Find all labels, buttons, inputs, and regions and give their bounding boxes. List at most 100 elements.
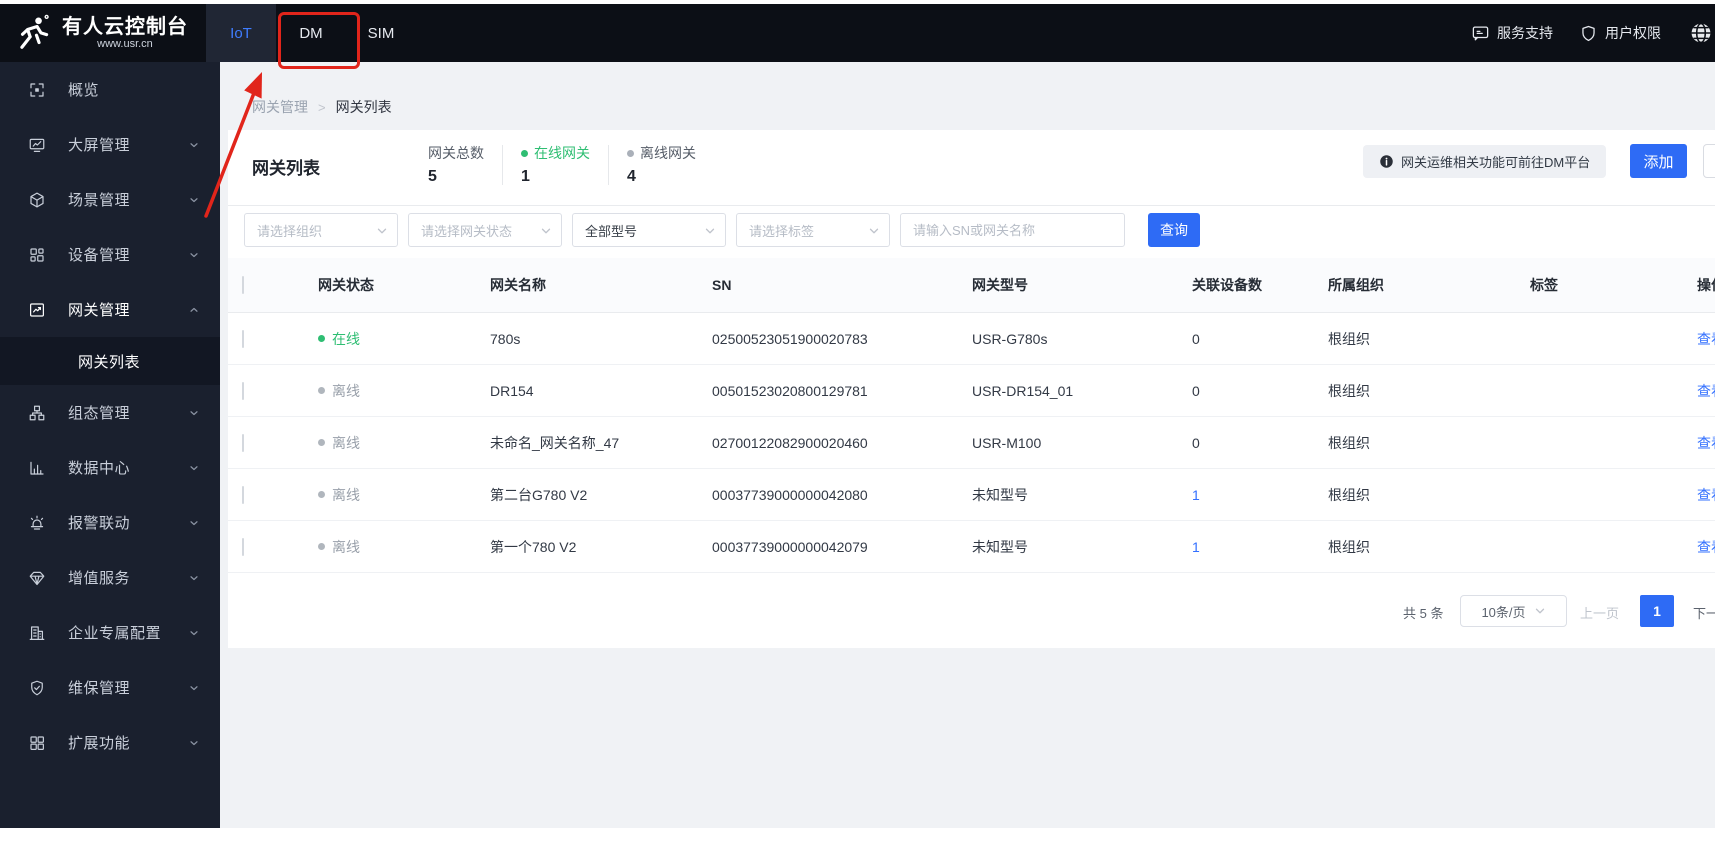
shield-icon (1579, 24, 1598, 43)
platform-tab-sim[interactable]: SIM (346, 4, 416, 62)
status-text: 离线 (332, 434, 360, 451)
chevron-down-icon (190, 197, 198, 202)
filter-select[interactable]: 全部型号 (572, 213, 726, 247)
vas-icon (28, 569, 46, 587)
view-link[interactable]: 查看 (1697, 485, 1715, 505)
page-title: 网关列表 (252, 159, 320, 178)
view-link[interactable]: 查看 (1697, 433, 1715, 453)
info-icon (1380, 155, 1393, 168)
filter-select[interactable]: 请选择组织 (244, 213, 398, 247)
page-size-select[interactable]: 10条/页 (1460, 595, 1567, 627)
chevron-down-icon (190, 142, 198, 147)
organization: 根组织 (1328, 382, 1370, 399)
view-link[interactable]: 查看 (1697, 381, 1715, 401)
globe-icon[interactable] (1689, 21, 1713, 45)
top-bar: 有人云控制台 www.usr.cn IoT DM SIM 服务支持 用户权限 (0, 4, 1715, 62)
col-header-status: 网关状态 (318, 277, 374, 293)
sidebar-item[interactable]: 企业专属配置 (0, 605, 220, 660)
gateway-table: 网关状态 网关名称 SN 网关型号 关联设备数 所属组织 标签 操作 在线 78… (228, 258, 1715, 573)
gateway-model: USR-G780s (972, 330, 1048, 347)
add-button[interactable]: 添加 (1630, 144, 1687, 178)
linked-devices-count[interactable]: 1 (1192, 487, 1328, 503)
sidebar-item[interactable]: 维保管理 (0, 660, 220, 715)
status-dot (627, 149, 634, 157)
status-text: 离线 (332, 382, 360, 399)
logo-title: 有人云控制台 (62, 15, 188, 38)
status-text: 离线 (332, 538, 360, 555)
gateway-name: 780s (490, 330, 521, 347)
view-link[interactable]: 查看 (1697, 329, 1715, 349)
platform-tab-iot[interactable]: IoT (206, 4, 276, 62)
filter-select[interactable]: 请选择标签 (736, 213, 890, 247)
organization: 根组织 (1328, 538, 1370, 555)
table-body: 在线 780s 02500523051900020783 USR-G780s 0… (228, 313, 1715, 573)
breadcrumb-parent[interactable]: 网关管理 (252, 97, 308, 117)
table-row: 离线 第二台G780 V2 00037739000000042080 未知型号 … (228, 469, 1715, 521)
status-dot (318, 335, 325, 342)
chevron-down-icon (190, 520, 198, 525)
chevron-down-icon (869, 228, 879, 234)
gateway-stats: 网关总数 5 在线网关 1 离线网关 4 (428, 143, 696, 186)
select-all-checkbox[interactable] (242, 276, 244, 294)
chat-icon (1471, 24, 1490, 43)
chevron-down-icon (190, 630, 198, 635)
chevron-down-icon (377, 228, 387, 234)
chevron-down-icon (190, 575, 198, 580)
clipped-edge-button[interactable] (1703, 144, 1715, 178)
sidebar-item[interactable]: 组态管理 (0, 385, 220, 440)
next-page-button[interactable]: 下一页 (1693, 603, 1715, 622)
status-dot (318, 387, 325, 394)
sidebar-item[interactable]: 网关管理 (0, 282, 220, 337)
sidebar-item[interactable]: 场景管理 (0, 172, 220, 227)
linked-devices-count[interactable]: 1 (1192, 539, 1328, 555)
sidebar-item[interactable]: 大屏管理 (0, 117, 220, 172)
enterprise-icon (28, 624, 46, 642)
topbar-link[interactable]: 服务支持 (1471, 23, 1553, 43)
platform-tab-dm[interactable]: DM (276, 4, 346, 62)
sidebar-item[interactable]: 报警联动 (0, 495, 220, 550)
search-input[interactable] (900, 213, 1125, 247)
sidebar-subitem[interactable]: 网关列表 (0, 337, 220, 385)
gateway-model: USR-M100 (972, 434, 1042, 451)
chevron-down-icon (190, 307, 198, 312)
stat-block: 在线网关 1 (521, 145, 590, 185)
status-dot (318, 439, 325, 446)
sidebar-item[interactable]: 概览 (0, 62, 220, 117)
extension-icon (28, 734, 46, 752)
bottom-strip (0, 828, 1715, 842)
gateway-model: 未知型号 (972, 486, 1028, 503)
usr-runner-logo-icon (20, 14, 49, 49)
row-checkbox[interactable] (242, 381, 244, 400)
filter-select[interactable]: 请选择网关状态 (408, 213, 562, 247)
row-checkbox[interactable] (242, 485, 244, 504)
sidebar-item[interactable]: 设备管理 (0, 227, 220, 282)
query-button[interactable]: 查询 (1148, 213, 1200, 247)
sidebar-item[interactable]: 扩展功能 (0, 715, 220, 770)
col-header-devices: 关联设备数 (1192, 277, 1262, 293)
organization: 根组织 (1328, 486, 1370, 503)
col-header-model: 网关型号 (972, 277, 1028, 293)
prev-page-button[interactable]: 上一页 (1580, 603, 1619, 622)
status-dot (521, 149, 528, 157)
sidebar-item[interactable]: 增值服务 (0, 550, 220, 605)
chevron-down-icon (190, 252, 198, 257)
chevron-down-icon (705, 228, 715, 234)
current-page-button[interactable]: 1 (1640, 595, 1674, 627)
header-divider (228, 205, 1715, 206)
gateway-icon (28, 301, 46, 319)
breadcrumb: 网关管理 > 网关列表 (252, 97, 392, 117)
gateway-sn: 02500523051900020783 (712, 330, 868, 347)
row-checkbox[interactable] (242, 433, 244, 452)
pagination: 共 5 条 10条/页 上一页 1 下一页 (228, 595, 1715, 629)
filter-bar: 请选择组织 请选择网关状态 全部型号 请选择标签 查询 (244, 213, 1200, 247)
platform-tabs: IoT DM SIM (206, 4, 416, 62)
row-checkbox[interactable] (242, 537, 244, 556)
topbar-link[interactable]: 用户权限 (1579, 23, 1661, 43)
overview-icon (28, 81, 46, 99)
col-header-name: 网关名称 (490, 277, 546, 293)
sidebar-item[interactable]: 数据中心 (0, 440, 220, 495)
logo[interactable]: 有人云控制台 www.usr.cn (0, 14, 206, 52)
row-checkbox[interactable] (242, 329, 244, 348)
maintenance-icon (28, 679, 46, 697)
view-link[interactable]: 查看 (1697, 537, 1715, 557)
